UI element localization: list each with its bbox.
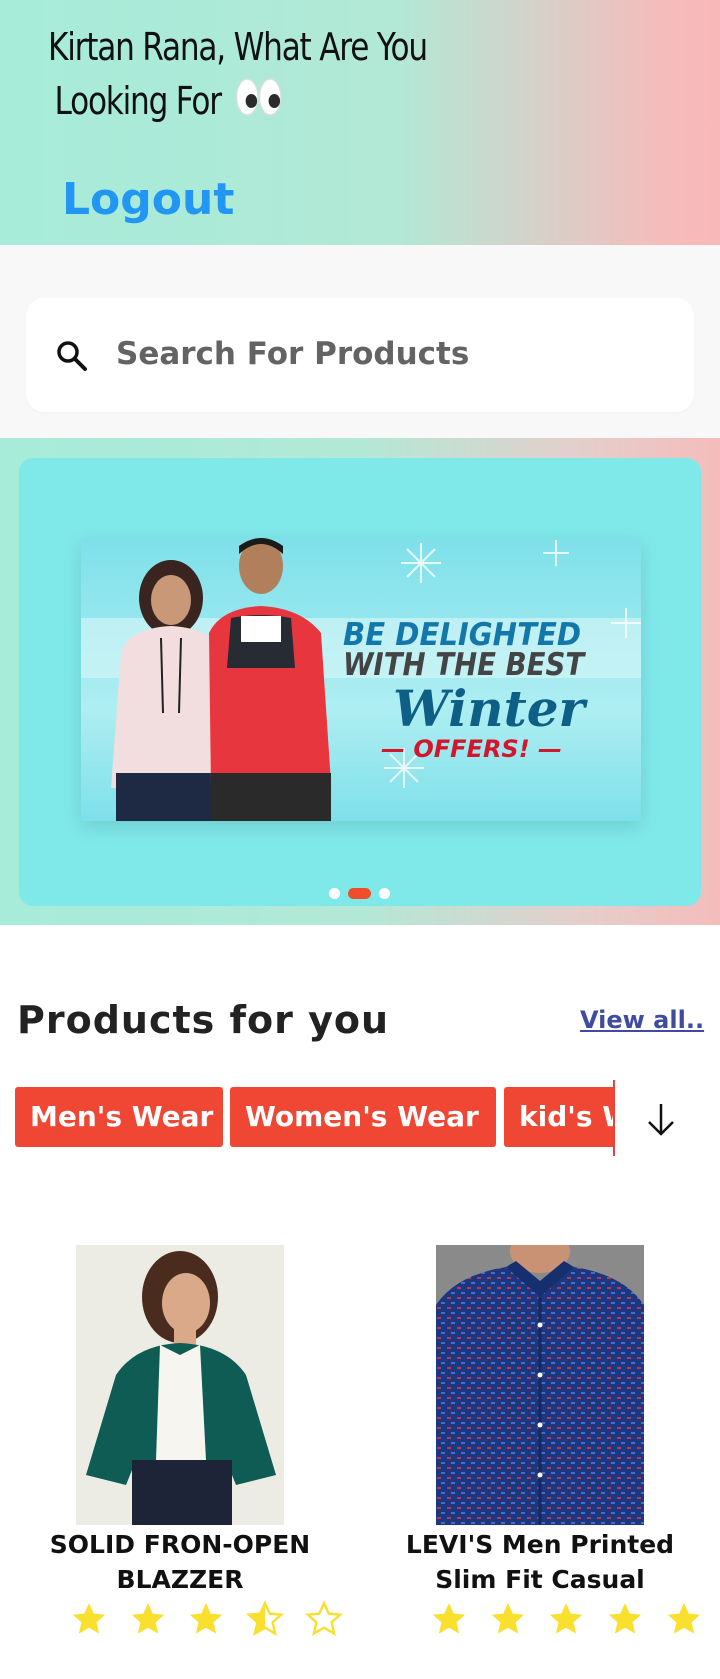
product-title-line-2: Slim Fit Casual <box>435 1565 645 1594</box>
product-rating <box>70 1600 345 1640</box>
star-full-icon <box>187 1600 227 1640</box>
star-full-icon <box>70 1600 110 1640</box>
blazer-photo <box>76 1245 284 1525</box>
banner-carousel[interactable]: BE DELIGHTED WITH THE BEST Winter — OFFE… <box>19 458 701 906</box>
star-half-icon <box>246 1600 286 1640</box>
category-chip-kids-wear[interactable]: kid's Wear <box>504 1087 613 1147</box>
product-title-line-1: SOLID FRON-OPEN <box>49 1530 311 1559</box>
search-placeholder: Search For Products <box>116 336 470 372</box>
logout-link[interactable]: Logout <box>62 172 234 228</box>
search-icon <box>54 338 90 374</box>
product-title: SOLID FRON-OPEN BLAZZER <box>10 1527 350 1597</box>
winter-offer-banner-image[interactable]: BE DELIGHTED WITH THE BEST Winter — OFFE… <box>81 538 641 821</box>
product-title: LEVI'S Men Printed Slim Fit Casual <box>370 1527 710 1597</box>
greeting-line-1: Kirtan Rana, What Are You <box>48 25 428 69</box>
banner-section: BE DELIGHTED WITH THE BEST Winter — OFFE… <box>0 438 720 925</box>
category-chip-womens-wear[interactable]: Women's Wear <box>230 1087 496 1147</box>
product-title-line-1: LEVI'S Men Printed <box>405 1530 675 1559</box>
search-input[interactable]: Search For Products <box>26 298 694 412</box>
product-title-line-2: BLAZZER <box>116 1565 244 1594</box>
star-full-icon <box>606 1600 646 1640</box>
carousel-dot-active[interactable] <box>348 888 371 899</box>
eyes-emoji-icon <box>236 77 284 131</box>
category-chip-mens-wear[interactable]: Men's Wear <box>15 1087 223 1147</box>
chips-divider <box>613 1080 615 1156</box>
carousel-dot[interactable] <box>329 888 340 899</box>
greeting-line-2-text: Looking For <box>54 79 222 123</box>
shirt-photo <box>436 1245 644 1525</box>
star-full-icon <box>129 1600 169 1640</box>
greeting-line-2: Looking For <box>48 74 427 131</box>
product-rating <box>430 1600 705 1640</box>
star-full-icon <box>430 1600 470 1640</box>
star-empty-icon <box>304 1600 345 1640</box>
product-image-shirt[interactable] <box>436 1245 644 1525</box>
banner-headline-winter: Winter <box>393 679 585 738</box>
star-full-icon <box>489 1600 529 1640</box>
view-all-link[interactable]: View all.. <box>580 1003 704 1037</box>
header: Kirtan Rana, What Are You Looking For Lo… <box>0 0 720 245</box>
star-full-icon <box>547 1600 587 1640</box>
product-image-blazer[interactable] <box>76 1245 284 1525</box>
star-full-icon <box>665 1600 705 1640</box>
banner-headline-offers: — OFFERS! — <box>381 735 563 763</box>
section-title: Products for you <box>17 998 390 1042</box>
search-section: Search For Products <box>0 245 720 438</box>
banner-headline-2: WITH THE BEST <box>343 647 585 683</box>
category-chips: Men's Wear Women's Wear kid's Wear <box>15 1087 613 1147</box>
greeting-title: Kirtan Rana, What Are You Looking For <box>48 20 428 131</box>
arrow-down-icon[interactable] <box>643 1100 679 1140</box>
carousel-dot[interactable] <box>379 888 390 899</box>
